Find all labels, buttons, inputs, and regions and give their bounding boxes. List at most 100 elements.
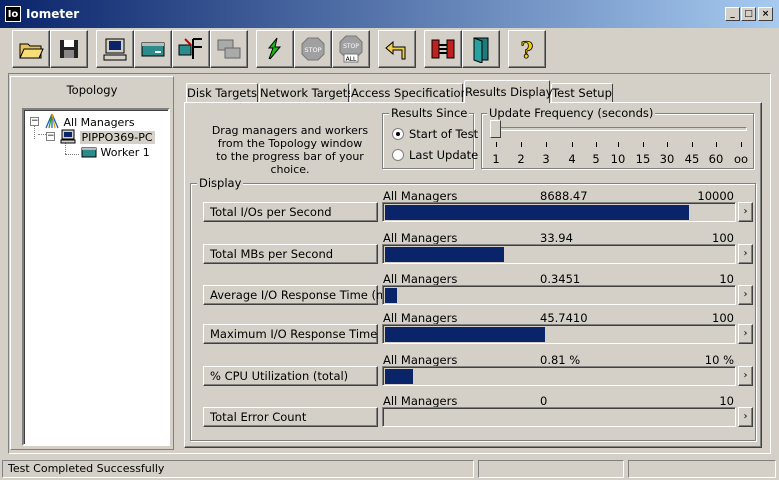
slider-tick [692,142,693,147]
tree-connector [34,125,35,139]
stop-icon-label: STOP [304,46,321,54]
metric-select-button[interactable]: Maximum I/O Response Time (ms) [203,324,407,344]
radio-start-of-test[interactable]: Start of Test [392,127,478,141]
stop-icon: STOP [301,37,325,61]
new-network-worker-button[interactable] [172,30,210,68]
maximize-button[interactable]: □ [741,7,756,21]
start-tests-icon [267,37,282,60]
metric-source: All Managers [383,311,458,325]
metric-arrow-button[interactable]: › [738,366,753,386]
metric-source: All Managers [383,272,458,286]
tab-test-setup[interactable]: Test Setup [551,83,613,103]
metric-select-button[interactable]: Total MBs per Second [203,244,378,264]
new-manager-button[interactable] [96,30,134,68]
close-button[interactable]: × [758,7,773,21]
metric-value: 0.81 % [540,353,581,367]
metric-max: 10 [719,394,734,408]
metric-arrow-button[interactable]: › [738,324,753,344]
update-frequency-slider-thumb[interactable] [490,120,501,138]
save-icon [60,40,78,58]
topology-tree[interactable]: − All Managers − PIPPO369-PC Worker 1 [22,108,170,446]
disconnect-button[interactable] [424,30,462,68]
exit-button[interactable] [462,30,500,68]
metric-value: 8688.47 [540,189,588,203]
metric-arrow-button[interactable]: › [738,285,753,305]
stop-all-button[interactable]: STOP ALL [332,30,370,68]
metric-value: 0 [540,394,548,408]
instruction-line: from the Topology window [217,137,363,150]
metric-progress-bar[interactable] [382,244,736,264]
tab-results-display[interactable]: Results Display [464,80,553,103]
metric-source: All Managers [383,394,458,408]
new-disk-worker-icon [141,42,165,57]
radio-last-update[interactable]: Last Update [392,148,478,162]
radio-label: Last Update [409,148,479,162]
slider-tick-label: 3 [542,152,550,166]
tree-toggle-manager[interactable]: − [46,132,55,141]
stop-button[interactable]: STOP [294,30,332,68]
metric-source: All Managers [383,353,458,367]
metric-select-button[interactable]: % CPU Utilization (total) [203,366,378,386]
tab-disk-targets[interactable]: Disk Targets [186,83,258,103]
drag-instructions: Drag managers and workers from the Topol… [206,124,374,176]
radio-button-selected [392,128,404,140]
reset-workers-icon [385,40,406,60]
metric-arrow-button[interactable]: › [738,407,753,427]
tab-access-specifications[interactable]: Access Specifications [350,83,474,103]
metric-progress-bar[interactable] [382,366,736,386]
start-tests-button[interactable] [256,30,294,68]
save-button[interactable] [50,30,88,68]
metric-progress-fill [385,369,413,384]
slider-tick-label: 15 [635,152,651,166]
slider-tick [667,142,668,147]
slider-tick [618,142,619,147]
metric-value: 45.7410 [540,311,588,325]
metric-select-button[interactable]: Total Error Count [203,407,378,427]
slider-tick [546,142,547,147]
display-title: Display [197,176,244,190]
toolbar: STOP STOP ALL ? [0,28,779,72]
tree-item-manager[interactable]: PIPPO369-PC [60,129,155,145]
metric-arrow-button[interactable]: › [738,202,753,222]
open-button[interactable] [12,30,50,68]
metric-progress-bar[interactable] [382,202,736,222]
new-disk-worker-button[interactable] [134,30,172,68]
radio-button [392,149,404,161]
metric-progress-fill [385,205,689,220]
slider-tick-label: 5 [592,152,600,166]
slider-tick-label: 2 [517,152,525,166]
reset-workers-button[interactable] [378,30,416,68]
disk-worker-icon [81,147,97,158]
slider-tick [572,142,573,147]
instruction-line: Drag managers and workers [211,124,369,137]
metric-progress-bar[interactable] [382,407,736,427]
stop-all-icon-label: STOP [343,43,359,50]
title-bar[interactable]: Io Iometer _ □ × [0,0,779,28]
computer-icon [60,129,76,144]
metric-select-button[interactable]: Total I/Os per Second [203,202,378,222]
metric-progress-fill [385,327,545,342]
metric-max: 100 [712,311,734,325]
slider-tick [716,142,717,147]
tree-item-worker[interactable]: Worker 1 [81,145,150,160]
status-pane-3 [628,460,776,478]
tree-item-label: All Managers [63,116,135,129]
new-manager-icon [103,38,127,61]
tree-item-all-managers[interactable]: All Managers [44,113,135,130]
duplicate-worker-button[interactable] [210,30,248,68]
tree-toggle-all-managers[interactable]: − [30,117,39,126]
new-network-worker-icon [178,38,202,59]
tab-network-targets[interactable]: Network Targets [259,83,353,103]
metric-max: 10000 [697,189,734,203]
help-icon-glyph: ? [521,38,534,63]
metric-progress-bar[interactable] [382,285,736,305]
minimize-button[interactable]: _ [725,7,740,21]
metric-source: All Managers [383,189,458,203]
metric-progress-bar[interactable] [382,324,736,344]
metric-select-button[interactable]: Average I/O Response Time (ms) [203,285,398,305]
metric-max: 10 [719,272,734,286]
results-since-title: Results Since [389,106,470,120]
update-frequency-slider-track[interactable] [493,127,747,131]
metric-arrow-button[interactable]: › [738,244,753,264]
help-button[interactable]: ? [508,30,546,68]
